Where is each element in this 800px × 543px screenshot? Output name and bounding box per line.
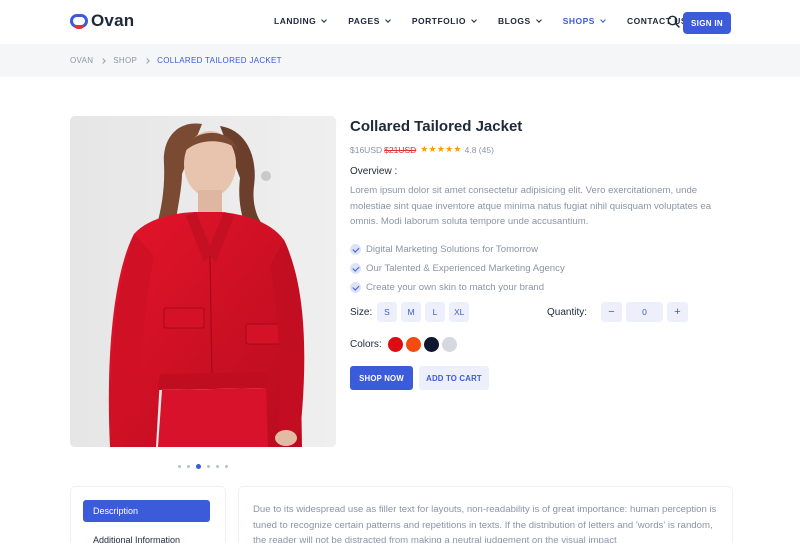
tab-description[interactable]: Description <box>83 500 210 522</box>
overview-heading: Overview : <box>350 166 398 177</box>
list-item: Digital Marketing Solutions for Tomorrow <box>350 240 565 259</box>
color-swatch-navy[interactable] <box>424 337 439 352</box>
brand-name: Ovan <box>91 11 135 30</box>
list-item: Our Talented & Experienced Marketing Age… <box>350 259 565 278</box>
breadcrumb: OVAN SHOP COLLARED TAILORED JACKET <box>70 56 282 65</box>
brand-logo[interactable]: Ovan <box>70 11 134 31</box>
size-option-s[interactable]: S <box>377 302 397 322</box>
price: $16USD <box>350 144 383 155</box>
size-option-l[interactable]: L <box>425 302 445 322</box>
rating-value: 4.8 (45) <box>464 144 494 155</box>
price-row: $16USD $21USD ★★★★★ 4.8 (45) <box>350 144 494 155</box>
nav-item-shops[interactable]: SHOPS <box>563 16 606 26</box>
old-price: $21USD <box>384 144 417 155</box>
nav-item-portfolio[interactable]: PORTFOLIO <box>412 16 477 26</box>
size-label: Size: <box>350 307 373 318</box>
main-nav: LANDING PAGES PORTFOLIO BLOGS SHOPS CONT… <box>274 16 709 26</box>
colors-label: Colors: <box>350 339 382 350</box>
size-option-m[interactable]: M <box>401 302 421 322</box>
chevron-down-icon <box>600 16 606 23</box>
chevron-right-icon <box>144 57 150 64</box>
increment-button[interactable]: + <box>667 302 688 322</box>
color-selector <box>388 337 457 352</box>
shop-now-button[interactable]: SHOP NOW <box>350 366 413 390</box>
carousel-dot[interactable] <box>225 465 228 468</box>
description-panel: Due to its widespread use as filler text… <box>238 486 733 543</box>
check-circle-icon <box>350 282 361 293</box>
add-to-cart-button[interactable]: ADD TO CART <box>419 366 489 390</box>
logo-icon <box>70 14 88 29</box>
color-swatch-red[interactable] <box>388 337 403 352</box>
chevron-down-icon <box>321 16 328 23</box>
overview-text: Lorem ipsum dolor sit amet consectetur a… <box>350 185 712 227</box>
feature-list: Digital Marketing Solutions for Tomorrow… <box>350 240 565 297</box>
sign-in-button[interactable]: SIGN IN <box>683 12 731 34</box>
quantity-input[interactable]: 0 <box>626 302 663 322</box>
product-tabs: Description Additional Information <box>70 486 226 543</box>
check-circle-icon <box>350 244 361 255</box>
color-swatch-orange[interactable] <box>406 337 421 352</box>
breadcrumb-bar: OVAN SHOP COLLARED TAILORED JACKET <box>0 44 800 77</box>
color-swatch-gray[interactable] <box>442 337 457 352</box>
product-image[interactable] <box>70 116 336 447</box>
quantity-label: Quantity: <box>547 307 588 318</box>
nav-item-pages[interactable]: PAGES <box>348 16 391 26</box>
decrement-button[interactable]: − <box>601 302 622 322</box>
chevron-down-icon <box>535 16 542 23</box>
carousel-dot-active[interactable] <box>196 464 201 469</box>
chevron-down-icon <box>385 16 391 23</box>
breadcrumb-current: COLLARED TAILORED JACKET <box>157 56 282 65</box>
carousel-dots <box>178 464 228 469</box>
quantity-stepper: − 0 + <box>601 302 688 322</box>
carousel-dot[interactable] <box>207 465 210 468</box>
size-selector: S M L XL <box>377 302 470 322</box>
carousel-dot[interactable] <box>216 465 219 468</box>
nav-item-blogs[interactable]: BLOGS <box>498 16 542 26</box>
search-icon[interactable] <box>667 15 680 28</box>
breadcrumb-link-home[interactable]: OVAN <box>70 56 93 65</box>
chevron-down-icon <box>471 16 477 23</box>
navbar: Ovan LANDING PAGES PORTFOLIO BLOGS SHOPS… <box>0 0 800 44</box>
size-option-xl[interactable]: XL <box>449 302 470 322</box>
check-circle-icon <box>350 263 361 274</box>
carousel-dot[interactable] <box>187 465 190 468</box>
breadcrumb-link-shop[interactable]: SHOP <box>113 56 137 65</box>
list-item: Create your own skin to match your brand <box>350 278 565 297</box>
red-jacket-photo <box>70 116 336 447</box>
chevron-right-icon <box>100 57 107 64</box>
carousel-dot[interactable] <box>178 465 181 468</box>
product-title: Collared Tailored Jacket <box>350 118 523 135</box>
nav-item-landing[interactable]: LANDING <box>274 16 328 26</box>
star-rating-icon: ★★★★★ <box>420 144 462 154</box>
tab-additional-information[interactable]: Additional Information <box>83 529 210 543</box>
description-text: Due to its widespread use as filler text… <box>253 504 717 543</box>
